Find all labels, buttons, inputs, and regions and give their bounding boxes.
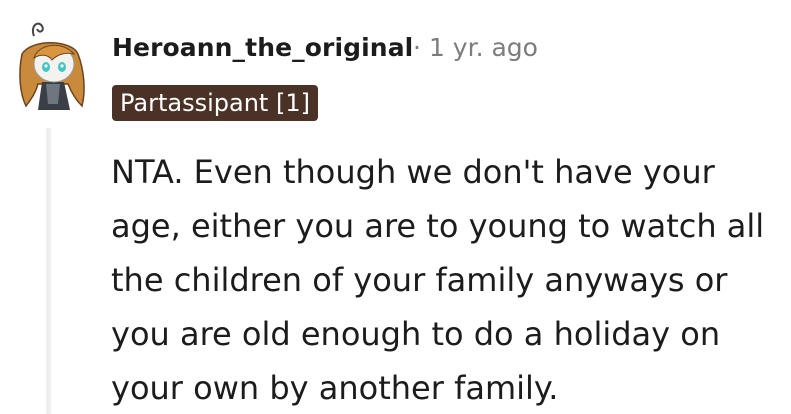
username[interactable]: Heroann_the_original: [112, 33, 413, 62]
timestamp[interactable]: 1 yr. ago: [429, 33, 538, 62]
comment-body-line: you are old enough to do a holiday on: [111, 315, 721, 353]
comment-body-line: the children of your family anyways or: [111, 261, 728, 299]
comment: Heroann_the_original · 1 yr. ago Partassi…: [0, 0, 791, 414]
avatar[interactable]: [12, 14, 90, 114]
separator-dot: ·: [413, 33, 421, 62]
comment-body-line: age, either you are to young to watch al…: [111, 207, 765, 245]
comment-body: NTA. Even though we don't have your age,…: [111, 145, 781, 414]
thread-line[interactable]: [46, 128, 51, 414]
comment-meta: · 1 yr. ago: [413, 33, 538, 62]
comment-body-line: your own by another family.: [111, 369, 559, 407]
comment-body-line: NTA. Even though we don't have your: [111, 153, 715, 191]
user-flair: Partassipant [1]: [112, 85, 318, 121]
avatar-icon: [19, 22, 85, 110]
